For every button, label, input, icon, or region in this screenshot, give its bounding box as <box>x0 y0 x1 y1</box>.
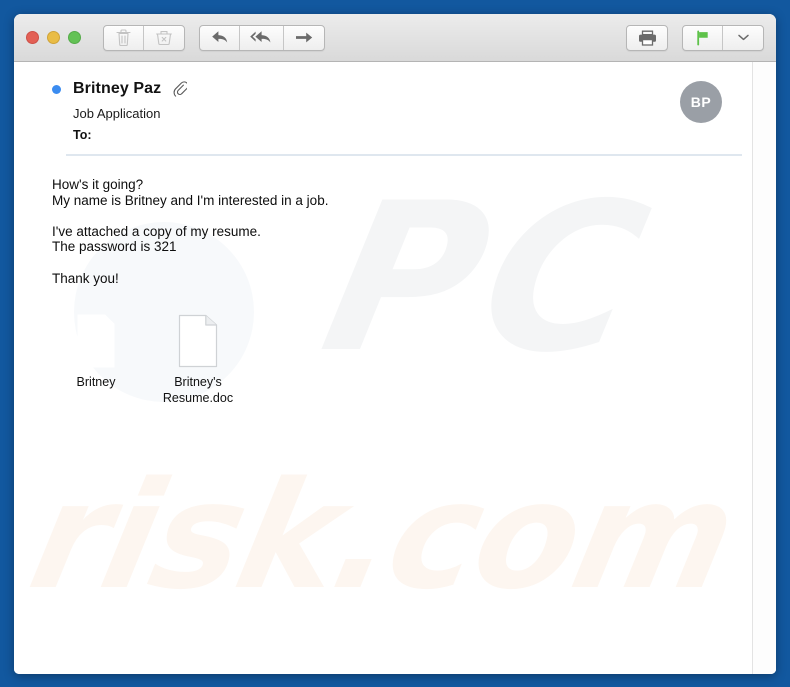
body-line: How's it going? <box>52 177 144 192</box>
forward-button[interactable] <box>284 26 324 50</box>
message-body: How's it going? My name is Britney and I… <box>52 177 752 286</box>
toolbar-right-group <box>626 24 764 51</box>
window-toolbar <box>14 14 776 62</box>
flag-dropdown-button[interactable] <box>723 26 763 50</box>
trash-icon <box>115 28 132 47</box>
minimize-window-button[interactable] <box>47 31 60 44</box>
reply-button[interactable] <box>200 25 240 50</box>
recipient-line: To: <box>73 128 92 142</box>
sender-row: Britney Paz <box>52 78 752 100</box>
unread-indicator-dot[interactable] <box>52 84 61 94</box>
attachment-item[interactable]: Britney's Resume.doc <box>154 312 242 406</box>
traffic-light-group <box>26 31 81 44</box>
junk-basket-icon <box>155 28 173 47</box>
maximize-window-button[interactable] <box>68 31 81 44</box>
body-line: The password is 321 <box>52 239 177 255</box>
paperclip-icon <box>173 80 188 98</box>
subject-line: Job Application <box>73 106 161 121</box>
mail-message-window: PC risk.com Britney Paz Job Application … <box>14 14 776 674</box>
attachment-name: Britney <box>76 375 116 390</box>
reply-arrow-icon <box>210 29 230 46</box>
body-blank-line <box>52 255 752 271</box>
chevron-down-icon <box>737 33 750 42</box>
document-icon <box>176 312 220 368</box>
reply-all-button[interactable] <box>240 25 284 50</box>
print-button[interactable] <box>627 26 667 50</box>
message-content: Britney Paz Job Application To: BP How's… <box>14 62 752 674</box>
junk-button[interactable] <box>144 26 184 50</box>
body-blank-line <box>52 208 752 224</box>
forward-arrow-icon <box>294 30 314 45</box>
attachment-item[interactable]: Britney <box>52 312 140 390</box>
flag-icon <box>694 29 712 47</box>
attachment-name: Britney's Resume.doc <box>162 375 234 406</box>
delete-junk-button-group <box>103 24 185 51</box>
close-window-button[interactable] <box>26 31 39 44</box>
printer-icon <box>637 29 658 47</box>
body-line: I've attached a copy of my resume. <box>52 223 261 239</box>
vertical-scrollbar[interactable] <box>752 62 776 674</box>
sender-name: Britney Paz <box>73 80 162 97</box>
print-button-group <box>626 24 668 51</box>
attachment-list: Britney Britney's Resume.doc <box>52 312 752 406</box>
flag-button[interactable] <box>683 25 723 50</box>
vcard-icon <box>74 312 118 368</box>
body-line: My name is Britney and I'm interested in… <box>52 192 329 208</box>
delete-button[interactable] <box>104 25 144 50</box>
header-divider <box>66 154 742 156</box>
reply-forward-button-group <box>199 24 325 51</box>
reply-all-arrow-icon <box>249 29 274 46</box>
avatar[interactable]: BP <box>680 81 722 123</box>
message-header: Britney Paz Job Application To: BP <box>14 78 752 142</box>
body-line: Thank you! <box>52 270 119 286</box>
flag-button-group <box>682 24 764 51</box>
message-viewer: PC risk.com Britney Paz Job Application … <box>14 62 776 674</box>
